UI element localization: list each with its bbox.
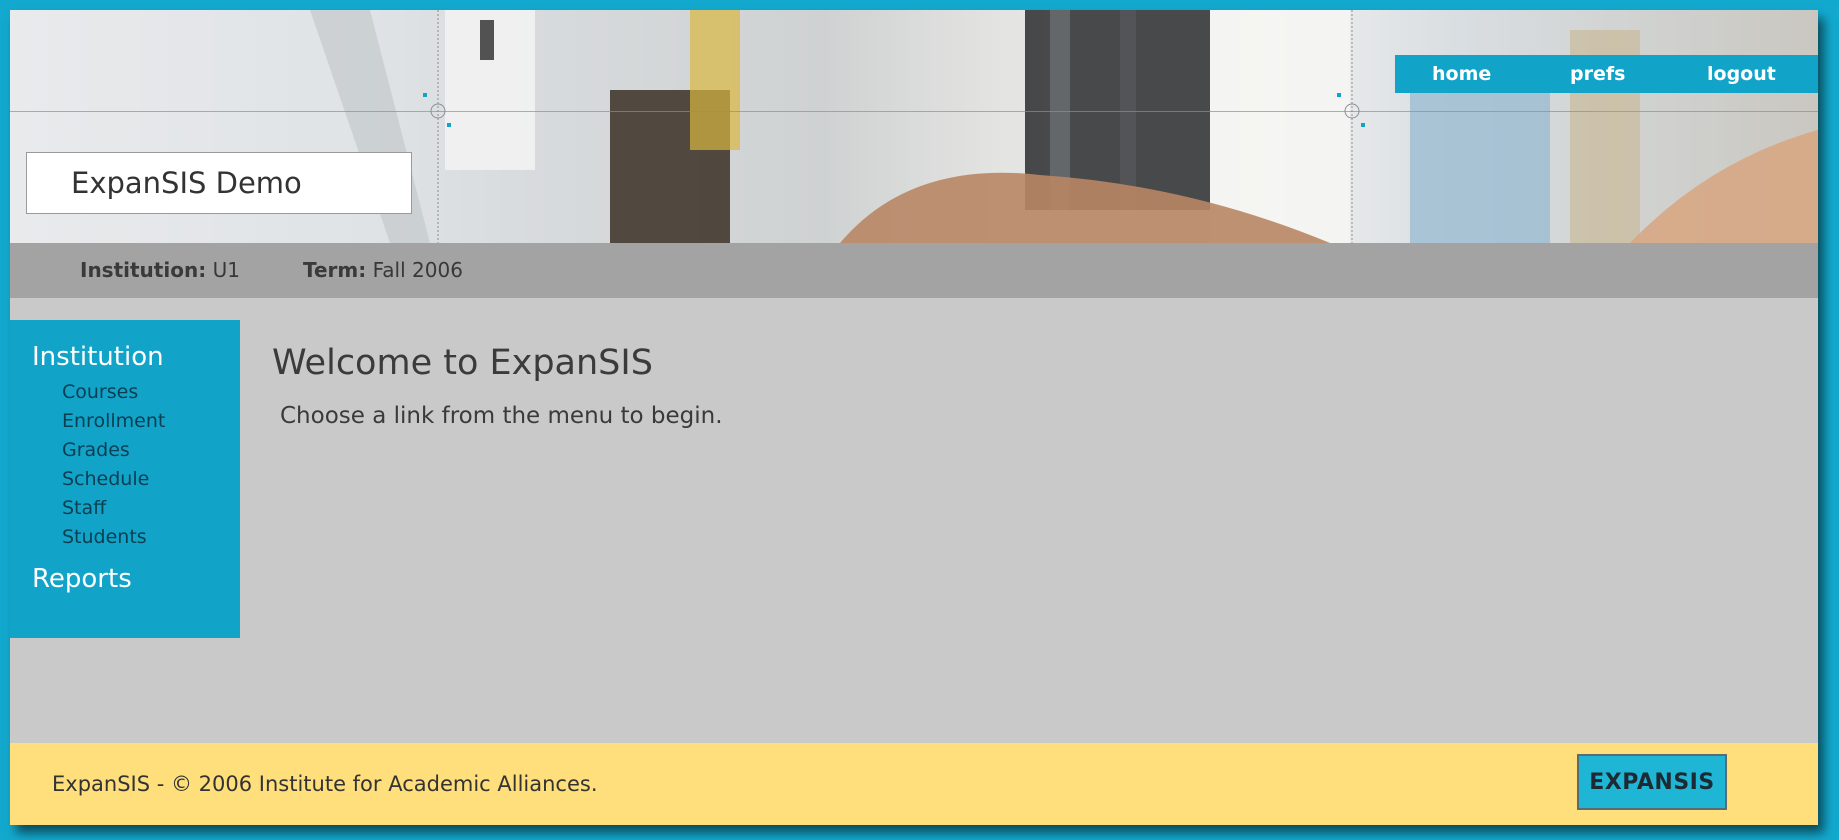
nav-logout-link[interactable]: logout <box>1707 63 1776 85</box>
sidebar-items: Courses Enrollment Grades Schedule Staff… <box>62 378 165 552</box>
sidebar-item-students[interactable]: Students <box>62 523 165 552</box>
header-banner: ExpanSIS Demo home prefs logout <box>10 10 1818 243</box>
nav-prefs-link[interactable]: prefs <box>1570 63 1625 85</box>
sidebar-item-schedule[interactable]: Schedule <box>62 465 165 494</box>
nav-home-link[interactable]: home <box>1432 63 1491 85</box>
institution-info: Institution: U1 <box>80 258 240 282</box>
sidebar-section-reports[interactable]: Reports <box>32 564 132 594</box>
institution-value: U1 <box>212 258 240 282</box>
institution-label: Institution: <box>80 258 207 282</box>
sidebar-item-courses[interactable]: Courses <box>62 378 165 407</box>
term-label: Term: <box>303 258 367 282</box>
top-nav: home prefs logout <box>1395 55 1818 93</box>
banner-divider <box>10 111 1818 112</box>
page-instructions: Choose a link from the menu to begin. <box>280 403 723 429</box>
footer: ExpanSIS - © 2006 Institute for Academic… <box>10 743 1818 825</box>
term-info: Term: Fall 2006 <box>303 258 463 282</box>
sidebar-item-enrollment[interactable]: Enrollment <box>62 407 165 436</box>
page-title: Welcome to ExpanSIS <box>272 343 653 383</box>
footer-copyright: ExpanSIS - © 2006 Institute for Academic… <box>52 772 598 796</box>
sidebar-section-institution[interactable]: Institution <box>32 342 164 372</box>
sidebar-item-staff[interactable]: Staff <box>62 494 165 523</box>
sidebar-item-grades[interactable]: Grades <box>62 436 165 465</box>
site-title: ExpanSIS Demo <box>26 152 412 214</box>
app-frame: ExpanSIS Demo home prefs logout Institut… <box>10 10 1818 825</box>
sidebar-menu: Institution Courses Enrollment Grades Sc… <box>10 320 240 638</box>
expansis-logo: EXPANSIS <box>1577 754 1727 810</box>
term-value: Fall 2006 <box>372 258 463 282</box>
context-bar: Institution: U1 Term: Fall 2006 <box>10 243 1818 298</box>
